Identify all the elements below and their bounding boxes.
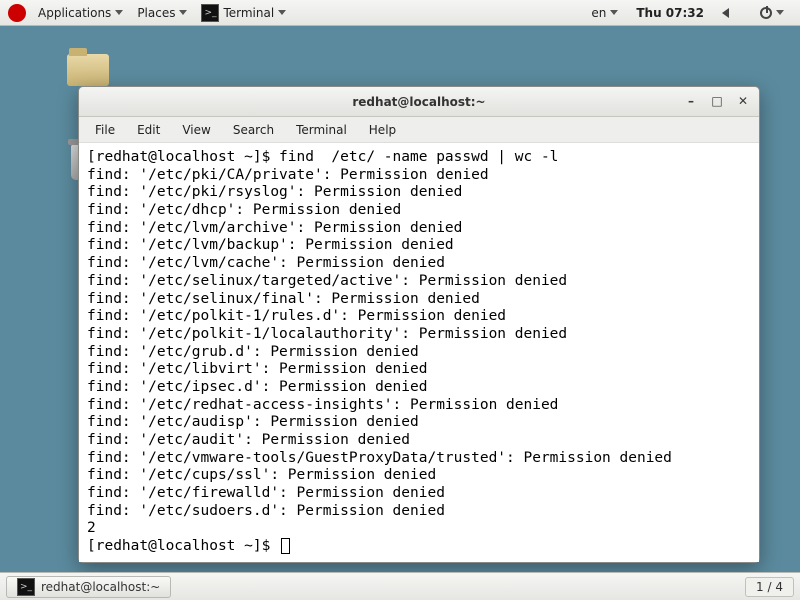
menu-view[interactable]: View [172, 120, 220, 140]
window-controls: – □ ✕ [681, 91, 753, 111]
menu-terminal[interactable]: Terminal [286, 120, 357, 140]
lang-label: en [591, 6, 606, 20]
panel-right: en Thu 07:32 [585, 4, 796, 22]
titlebar[interactable]: redhat@localhost:~ – □ ✕ [79, 87, 759, 117]
maximize-button[interactable]: □ [707, 91, 727, 111]
terminal-label: Terminal [223, 6, 274, 20]
volume-control[interactable] [716, 4, 742, 22]
power-menu[interactable] [754, 5, 790, 21]
redhat-logo-icon[interactable] [8, 4, 26, 22]
window-title: redhat@localhost:~ [352, 95, 485, 109]
menu-help[interactable]: Help [359, 120, 406, 140]
folder-icon [67, 54, 109, 86]
speaker-icon [722, 6, 736, 20]
menu-file[interactable]: File [85, 120, 125, 140]
cursor [281, 538, 290, 554]
places-label: Places [137, 6, 175, 20]
chevron-down-icon [115, 10, 123, 15]
terminal-launcher[interactable]: >_ Terminal [195, 2, 292, 24]
terminal-body[interactable]: [redhat@localhost ~]$ find /etc/ -name p… [79, 143, 759, 562]
chevron-down-icon [278, 10, 286, 15]
terminal-icon: >_ [17, 578, 35, 596]
bottom-panel: >_ redhat@localhost:~ 1 / 4 [0, 572, 800, 600]
top-panel: Applications Places >_ Terminal en Thu 0… [0, 0, 800, 26]
close-button[interactable]: ✕ [733, 91, 753, 111]
chevron-down-icon [610, 10, 618, 15]
terminal-icon: >_ [201, 4, 219, 22]
menu-search[interactable]: Search [223, 120, 284, 140]
taskbar-entry[interactable]: >_ redhat@localhost:~ [6, 576, 171, 598]
terminal-window: redhat@localhost:~ – □ ✕ File Edit View … [78, 86, 760, 563]
menubar: File Edit View Search Terminal Help [79, 117, 759, 143]
panel-left: Applications Places >_ Terminal [4, 2, 292, 24]
chevron-down-icon [776, 10, 784, 15]
task-label: redhat@localhost:~ [41, 580, 160, 594]
workspace-switcher[interactable]: 1 / 4 [745, 577, 794, 597]
chevron-down-icon [179, 10, 187, 15]
clock[interactable]: Thu 07:32 [636, 6, 704, 20]
applications-label: Applications [38, 6, 111, 20]
menu-edit[interactable]: Edit [127, 120, 170, 140]
power-icon [760, 7, 772, 19]
keyboard-indicator[interactable]: en [585, 4, 624, 22]
applications-menu[interactable]: Applications [32, 4, 129, 22]
workspace-label: 1 / 4 [756, 580, 783, 594]
minimize-button[interactable]: – [681, 91, 701, 111]
places-menu[interactable]: Places [131, 4, 193, 22]
